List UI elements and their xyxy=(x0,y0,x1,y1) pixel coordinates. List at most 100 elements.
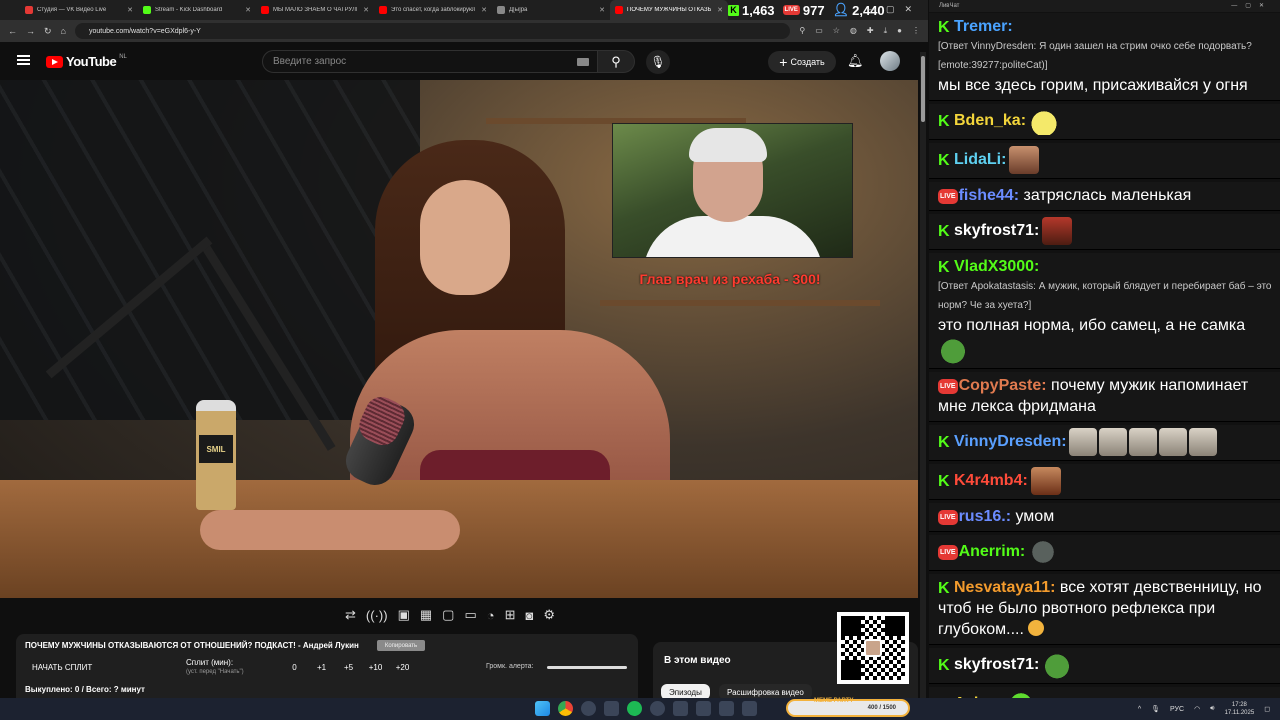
menu-burger-icon[interactable] xyxy=(17,55,30,65)
loop-icon[interactable]: ⇄ xyxy=(345,607,356,623)
search-icon: ⚲ xyxy=(611,53,621,69)
menu-icon[interactable]: ⋮ xyxy=(912,26,920,36)
chat-message: LIVE rus16.: умом xyxy=(929,503,1280,532)
keyboard-icon[interactable] xyxy=(577,58,589,66)
avatar[interactable] xyxy=(880,51,900,71)
chevron-up-icon[interactable]: ^ xyxy=(1138,706,1141,713)
stream-stats: K 1,463 LIVE 977 👤︎ 2,440 xyxy=(728,0,889,20)
url-field[interactable]: youtube.com/watch?v=eGXdpl6-y-Y xyxy=(74,23,791,39)
chat-message: LIVE CopyPaste: почему мужик напоминает м… xyxy=(929,372,1280,422)
split-add-button[interactable]: +20 xyxy=(389,663,416,672)
chat-username[interactable]: K4r4mb4: xyxy=(954,472,1028,489)
chat-username[interactable]: LidaLi: xyxy=(954,151,1006,168)
split-add-button[interactable]: +5 xyxy=(335,663,362,672)
cast-icon[interactable]: ▭ xyxy=(815,26,823,36)
chat-username[interactable]: VladX3000: xyxy=(954,258,1039,275)
page-scrollbar[interactable] xyxy=(920,52,926,698)
close-tab-icon[interactable]: ✕ xyxy=(363,6,369,14)
media-icon[interactable] xyxy=(696,701,711,716)
chat-username[interactable]: fishe44: xyxy=(959,187,1019,204)
profile-icon[interactable]: ● xyxy=(897,26,902,36)
home-icon[interactable]: ⌂ xyxy=(61,26,66,36)
create-button[interactable]: + Создать xyxy=(768,51,836,73)
speed-icon[interactable]: ◔ xyxy=(487,608,495,623)
scrollbar-thumb[interactable] xyxy=(921,56,925,122)
close-tab-icon[interactable]: ✕ xyxy=(245,6,251,14)
screen-icon[interactable]: ▣ xyxy=(398,607,410,623)
gear-icon[interactable]: ⚙ xyxy=(543,607,555,623)
chat-username[interactable]: rus16.: xyxy=(959,508,1011,525)
chat-message: LIVE Anerrim: xyxy=(929,535,1280,571)
split-panel: ПОЧЕМУ МУЖЧИНЫ ОТКАЗЫВАЮТСЯ ОТ ОТНОШЕНИЙ… xyxy=(16,634,638,698)
copy-tag[interactable]: Копировать xyxy=(377,640,425,651)
chat-username[interactable]: Tremer: xyxy=(954,18,1013,35)
clapper-icon[interactable]: ▦ xyxy=(420,607,432,623)
zoom-icon[interactable]: ⚲ xyxy=(799,26,805,36)
start-split-button[interactable]: НАЧАТЬ СПЛИТ xyxy=(32,663,92,672)
close-tab-icon[interactable]: ✕ xyxy=(127,6,133,14)
chat-username[interactable]: Anerrim: xyxy=(959,543,1026,560)
obs-icon[interactable] xyxy=(650,701,665,716)
chat-username[interactable]: skyfrost71: xyxy=(954,656,1039,673)
search-button[interactable]: ⚲ xyxy=(597,50,635,73)
frame-icon[interactable]: ▢ xyxy=(442,607,454,623)
chat-username[interactable]: Nesvataya11: xyxy=(954,579,1055,596)
close-tab-icon[interactable]: ✕ xyxy=(717,6,723,14)
alert-volume-label: Громк. алерта: xyxy=(486,663,534,670)
chat-username[interactable]: VinnyDresden: xyxy=(954,433,1067,450)
qr-code xyxy=(837,612,909,684)
search-input[interactable]: Введите запрос xyxy=(262,50,598,73)
chat-text: мы все здесь горим, присаживайся у огня xyxy=(938,77,1248,94)
player-tools: ⇄ ((·)) ▣ ▦ ▢ ▭ ◔ ⊞ ◙ ⚙ xyxy=(345,604,555,626)
start-icon[interactable] xyxy=(535,701,550,716)
reload-icon[interactable]: ↻ xyxy=(44,26,52,37)
browser-tab[interactable]: МЫ МАЛО ЗНАЕМ О ЧАТРУЛЕТ ✕ xyxy=(256,0,374,20)
wifi-icon[interactable]: ◠ xyxy=(1194,705,1200,713)
browser-tab[interactable]: Stream - Kick Dashboard ✕ xyxy=(138,0,256,20)
split-add-button[interactable]: +10 xyxy=(362,663,389,672)
chrome-icon[interactable] xyxy=(558,701,573,716)
alert-volume-slider[interactable] xyxy=(547,666,627,669)
voice-search-button[interactable]: 🎙︎ xyxy=(646,50,670,74)
back-icon[interactable]: ← xyxy=(8,26,17,36)
app-icon[interactable] xyxy=(719,701,734,716)
close-tab-icon[interactable]: ✕ xyxy=(599,6,605,14)
notifications-bell-icon[interactable]: 🔔︎ xyxy=(847,53,864,69)
split-add-button[interactable]: +1 xyxy=(308,663,335,672)
video-player[interactable]: SMIL Глав врач из рехаба - 300! xyxy=(0,80,918,598)
close-tab-icon[interactable]: ✕ xyxy=(481,6,487,14)
download-icon[interactable]: ⤓ xyxy=(884,26,888,36)
clock[interactable]: 17:28 17.11.2025 xyxy=(1225,701,1255,717)
theater-icon[interactable]: ▭ xyxy=(464,607,476,623)
steam-icon[interactable] xyxy=(604,701,619,716)
browser-tab[interactable]: Студия — VK Видео Live ✕ xyxy=(20,0,138,20)
chat-message: K K4r4mb4: xyxy=(929,464,1280,500)
browser-tab[interactable]: Д[ы]ра ✕ xyxy=(492,0,610,20)
split-label: Сплит (мин): xyxy=(186,658,234,667)
chip-transcript[interactable]: Расшифровка видео xyxy=(719,684,812,698)
lang-indicator[interactable]: РУС xyxy=(1170,706,1184,713)
chat-username[interactable]: Bden_ka: xyxy=(954,112,1026,129)
window-controls[interactable]: —▢✕ xyxy=(1231,2,1272,9)
broadcast-icon[interactable]: ((·)) xyxy=(366,608,388,623)
discord-icon[interactable] xyxy=(673,701,688,716)
app-icon[interactable] xyxy=(581,701,596,716)
youtube-logo[interactable]: YouTube NL xyxy=(46,54,127,69)
window-controls[interactable]: —▢✕ xyxy=(867,4,922,15)
chat-username[interactable]: CopyPaste: xyxy=(959,377,1047,394)
camera-icon[interactable]: ◙ xyxy=(526,608,534,623)
puzzle-icon[interactable]: ✚ xyxy=(867,26,874,36)
forward-icon[interactable]: → xyxy=(26,26,35,36)
chat-username[interactable]: skyfrost71: xyxy=(954,222,1039,239)
browser-tab[interactable]: ПОЧЕМУ МУЖЧИНЫ ОТКАЗЫВ ✕ xyxy=(610,0,728,20)
browser-tab[interactable]: Это спасет, когда заблокируют ✕ xyxy=(374,0,492,20)
mic-icon[interactable]: 🎙︎ xyxy=(1151,705,1160,713)
spotify-icon[interactable] xyxy=(627,701,642,716)
app-icon[interactable] xyxy=(742,701,757,716)
volume-icon[interactable]: 🔊︎ xyxy=(1210,705,1214,713)
star-icon[interactable]: ☆ xyxy=(833,26,840,36)
notification-icon[interactable]: ◻ xyxy=(1264,705,1270,713)
extension-icon[interactable]: ◍ xyxy=(850,26,857,36)
chip-episodes[interactable]: Эпизоды xyxy=(661,684,710,698)
add-box-icon[interactable]: ⊞ xyxy=(505,607,516,623)
